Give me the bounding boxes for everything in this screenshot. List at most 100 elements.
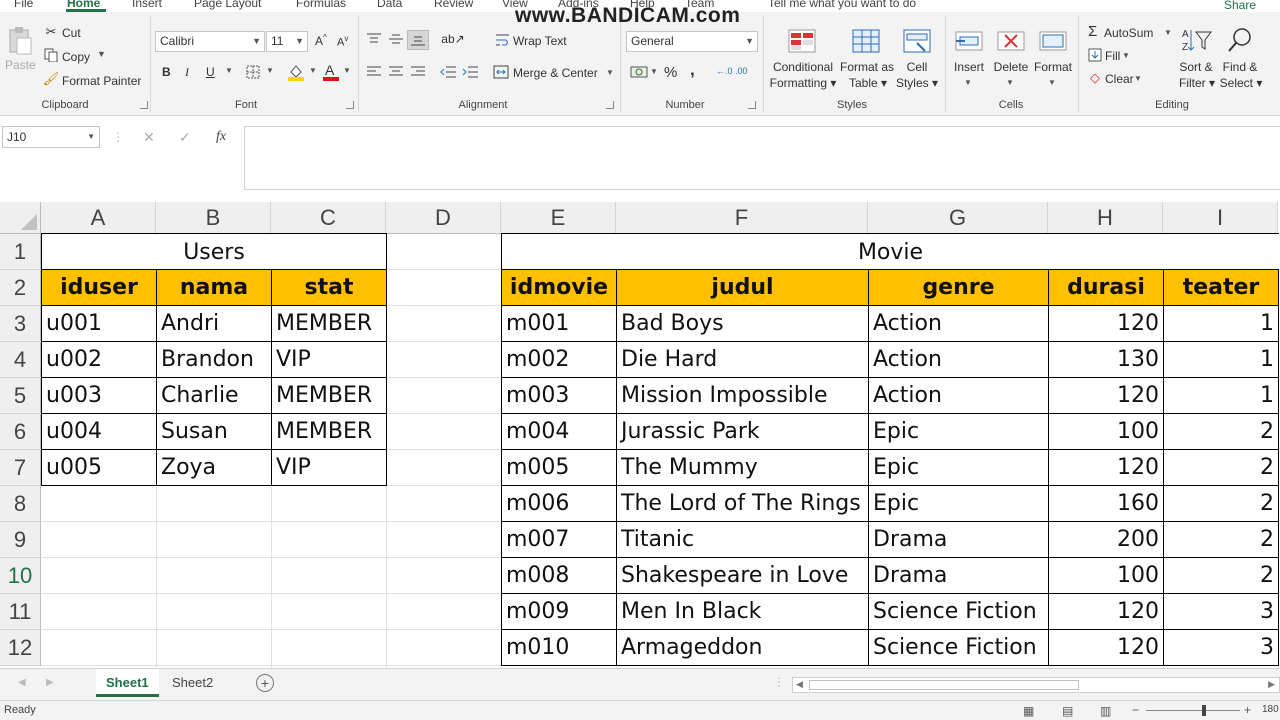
column-header-h[interactable]: H: [1048, 202, 1163, 234]
comma-style-button[interactable]: ,: [690, 60, 695, 80]
page-layout-view-icon[interactable]: ▤: [1062, 704, 1073, 718]
find-select-label-2[interactable]: Select ▾: [1217, 75, 1265, 91]
sort-filter-icon[interactable]: AZ: [1181, 26, 1213, 54]
column-header-b[interactable]: B: [156, 202, 271, 234]
worksheet-grid[interactable]: ABCDEFGHI 1 2 3 4 5 6 7 8 9 10 11 12 Users iduser nam…: [0, 202, 1280, 668]
movie-cell[interactable]: m007: [501, 521, 617, 558]
row-header-9[interactable]: 9: [0, 522, 41, 558]
paste-icon[interactable]: [6, 26, 34, 56]
movie-cell[interactable]: 120: [1048, 305, 1164, 342]
column-header-f[interactable]: F: [616, 202, 868, 234]
zoom-slider[interactable]: [1146, 705, 1240, 716]
splitter-handle[interactable]: ⋮: [773, 675, 785, 689]
movie-cell[interactable]: Science Fiction: [868, 593, 1049, 630]
movie-cell[interactable]: The Mummy: [616, 449, 869, 486]
column-header-i[interactable]: I: [1163, 202, 1278, 234]
tab-file[interactable]: File: [14, 0, 33, 10]
add-sheet-icon[interactable]: +: [256, 674, 274, 692]
tab-insert[interactable]: Insert: [132, 0, 162, 10]
increase-decimal-icon[interactable]: ←.0 .00: [716, 66, 748, 76]
insert-function-icon[interactable]: fx: [216, 129, 226, 145]
chevron-down-icon[interactable]: ▼: [1048, 78, 1056, 87]
users-cell[interactable]: MEMBER: [271, 305, 387, 342]
movie-cell[interactable]: Epic: [868, 449, 1049, 486]
delete-button[interactable]: Delete: [991, 59, 1031, 75]
row-header-7[interactable]: 7: [0, 450, 41, 486]
fill-color-icon[interactable]: [287, 63, 305, 81]
insert-cells-icon[interactable]: [954, 28, 984, 54]
align-top-icon[interactable]: [366, 32, 382, 46]
movie-cell[interactable]: 3: [1163, 593, 1279, 630]
row-header-2[interactable]: 2: [0, 270, 41, 306]
cut-button[interactable]: Cut: [62, 26, 81, 40]
movie-cell[interactable]: Mission Impossible: [616, 377, 869, 414]
movie-cell[interactable]: Bad Boys: [616, 305, 869, 342]
share-button[interactable]: Share: [1224, 0, 1256, 12]
scroll-right-arrow-icon[interactable]: ▶: [1268, 679, 1275, 690]
decrease-indent-icon[interactable]: [440, 65, 456, 79]
users-cell[interactable]: Zoya: [156, 449, 272, 486]
clear-button[interactable]: Clear: [1105, 72, 1134, 86]
movie-header-genre[interactable]: genre: [868, 269, 1049, 306]
movie-cell[interactable]: 3: [1163, 629, 1279, 666]
users-cell[interactable]: u002: [41, 341, 157, 378]
movie-cell[interactable]: Epic: [868, 485, 1049, 522]
movie-cell[interactable]: 160: [1048, 485, 1164, 522]
wrap-text-icon[interactable]: [496, 33, 510, 47]
paintbrush-icon[interactable]: 🖌: [43, 71, 60, 86]
underline-button[interactable]: U: [206, 65, 215, 79]
font-name-select[interactable]: Calibri ▼: [155, 31, 265, 52]
movie-cell[interactable]: m008: [501, 557, 617, 594]
cancel-icon[interactable]: ✕: [143, 129, 155, 146]
movie-cell[interactable]: Drama: [868, 521, 1049, 558]
movie-cell[interactable]: 120: [1048, 629, 1164, 666]
tell-me-search[interactable]: Tell me what you want to do: [768, 0, 916, 10]
format-cells-icon[interactable]: [1038, 28, 1068, 54]
align-middle-icon[interactable]: [388, 32, 404, 46]
movie-cell[interactable]: 100: [1048, 557, 1164, 594]
scroll-left-icon[interactable]: ◀: [18, 677, 26, 688]
orientation-icon[interactable]: ab↗: [441, 31, 465, 47]
chevron-down-icon[interactable]: ▼: [1164, 28, 1172, 37]
row-header-12[interactable]: 12: [0, 630, 41, 666]
row-header-11[interactable]: 11: [0, 594, 41, 630]
sort-filter-label[interactable]: Sort &: [1176, 59, 1216, 75]
movie-cell[interactable]: m009: [501, 593, 617, 630]
movie-cell[interactable]: Action: [868, 305, 1049, 342]
normal-view-icon[interactable]: ▦: [1023, 704, 1034, 718]
users-cell[interactable]: Susan: [156, 413, 272, 450]
chevron-down-icon[interactable]: ▼: [650, 67, 658, 76]
movie-cell[interactable]: 1: [1163, 377, 1279, 414]
fill-down-icon[interactable]: [1088, 48, 1102, 62]
movie-cell[interactable]: The Lord of The Rings: [616, 485, 869, 522]
chevron-down-icon[interactable]: ▼: [87, 132, 95, 141]
cell-styles-icon[interactable]: [902, 28, 932, 54]
borders-icon[interactable]: [245, 64, 261, 80]
tab-formulas[interactable]: Formulas: [296, 0, 346, 10]
users-cell[interactable]: Andri: [156, 305, 272, 342]
users-cell[interactable]: u001: [41, 305, 157, 342]
currency-icon[interactable]: [630, 65, 648, 79]
movie-cell[interactable]: 120: [1048, 593, 1164, 630]
cell-styles-label[interactable]: Cell: [901, 59, 933, 75]
increase-font-icon[interactable]: A^: [315, 33, 327, 48]
movie-cell[interactable]: 100: [1048, 413, 1164, 450]
column-header-d[interactable]: D: [386, 202, 501, 234]
movie-cell[interactable]: m001: [501, 305, 617, 342]
horizontal-scrollbar-thumb[interactable]: [809, 680, 1079, 690]
tab-review[interactable]: Review: [434, 0, 473, 10]
enter-icon[interactable]: ✓: [179, 129, 191, 146]
horizontal-scrollbar[interactable]: ◀ ▶: [792, 677, 1280, 693]
movie-cell[interactable]: Shakespeare in Love: [616, 557, 869, 594]
movie-cell[interactable]: Men In Black: [616, 593, 869, 630]
movie-cell[interactable]: 2: [1163, 413, 1279, 450]
movie-cell[interactable]: m010: [501, 629, 617, 666]
chevron-down-icon[interactable]: ▼: [1006, 78, 1014, 87]
sigma-icon[interactable]: Σ: [1088, 23, 1097, 40]
decrease-font-icon[interactable]: Av: [337, 34, 348, 49]
merge-center-icon[interactable]: [493, 65, 509, 79]
scroll-left-arrow-icon[interactable]: ◀: [796, 679, 803, 690]
sheet-tab-sheet2[interactable]: Sheet2: [162, 669, 223, 697]
column-header-g[interactable]: G: [868, 202, 1048, 234]
movie-table-title[interactable]: Movie: [501, 233, 1279, 270]
